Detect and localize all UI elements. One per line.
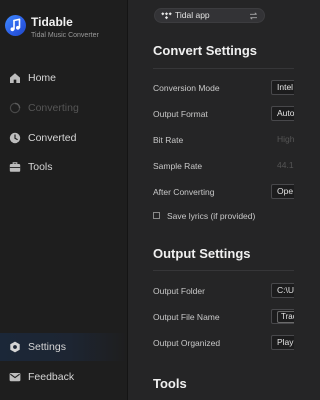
file-name-tag[interactable]: Trac — [277, 311, 294, 323]
sidebar: Tidable Tidal Music Converter Home Conve… — [0, 0, 128, 400]
tools-title: Tools — [153, 376, 187, 391]
conversion-mode-select[interactable]: Intel — [271, 80, 294, 95]
sidebar-item-label: Tools — [28, 161, 53, 173]
output-format-label: Output Format — [153, 109, 208, 119]
home-icon — [10, 73, 20, 83]
output-format-select[interactable]: Auto — [271, 106, 294, 121]
sidebar-item-label: Converting — [28, 102, 79, 114]
sidebar-item-feedback[interactable]: Feedback — [0, 363, 127, 391]
source-switch-button[interactable]: Tidal app — [154, 8, 265, 23]
sidebar-item-converting[interactable]: Converting — [0, 94, 127, 122]
sidebar-item-label: Converted — [28, 132, 77, 144]
conversion-mode-label: Conversion Mode — [153, 83, 220, 93]
settings-panel: Tidal app Convert Settings Conversion Mo… — [128, 0, 294, 400]
section-divider — [153, 270, 294, 271]
music-note-icon — [10, 18, 21, 32]
sidebar-item-home[interactable]: Home — [0, 64, 127, 92]
sidebar-item-label: Feedback — [28, 371, 75, 383]
sample-rate-label: Sample Rate — [153, 161, 203, 171]
gear-icon — [10, 341, 20, 353]
swap-icon — [250, 12, 257, 20]
clock-icon — [9, 132, 21, 144]
sidebar-item-settings[interactable]: Settings — [0, 333, 127, 361]
sample-rate-select[interactable]: 44.1 — [271, 158, 294, 173]
sidebar-item-label: Settings — [28, 341, 66, 353]
save-lyrics-checkbox[interactable] — [153, 212, 160, 219]
app-logo — [5, 15, 26, 36]
app-window: Tidable Tidal Music Converter Home Conve… — [0, 0, 294, 400]
converting-icon — [9, 102, 21, 114]
sidebar-item-converted[interactable]: Converted — [0, 124, 127, 152]
after-converting-select[interactable]: Ope — [271, 184, 294, 199]
source-label: Tidal app — [175, 10, 210, 20]
output-organized-label: Output Organized — [153, 338, 221, 348]
bit-rate-select[interactable]: High — [271, 132, 294, 147]
output-folder-input[interactable]: C:\U — [271, 283, 294, 298]
convert-settings-title: Convert Settings — [153, 43, 258, 58]
sidebar-item-label: Home — [28, 72, 57, 84]
after-converting-label: After Converting — [153, 187, 215, 197]
sidebar-item-tools[interactable]: Tools — [0, 153, 127, 181]
output-file-name-label: Output File Name — [153, 312, 220, 322]
app-subtitle: Tidal Music Converter — [31, 32, 99, 39]
save-lyrics-label: Save lyrics (if provided) — [167, 211, 256, 221]
output-folder-label: Output Folder — [153, 286, 205, 296]
output-organized-select[interactable]: Play — [271, 335, 294, 350]
mail-icon — [9, 373, 21, 382]
app-name: Tidable — [31, 15, 73, 29]
bit-rate-label: Bit Rate — [153, 135, 184, 145]
toolbox-icon — [9, 162, 21, 172]
output-file-name-field[interactable]: Trac — [271, 309, 294, 324]
output-settings-title: Output Settings — [153, 246, 251, 261]
tidal-icon — [161, 12, 172, 20]
section-divider — [153, 68, 294, 69]
